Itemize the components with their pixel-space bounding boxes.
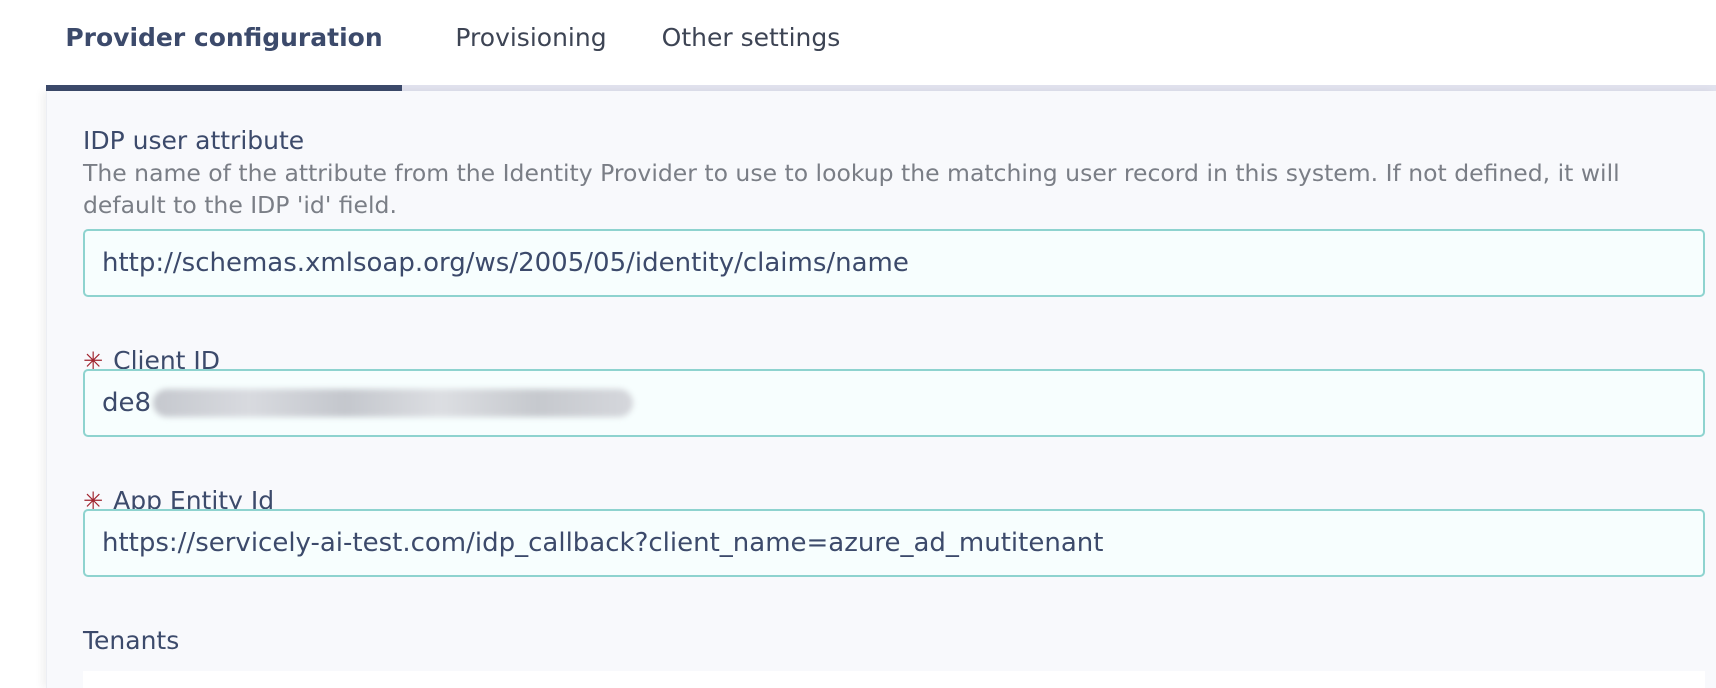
idp-user-attribute-description: The name of the attribute from the Ident… [83, 159, 1620, 219]
input-value: https://servicely-ai-test.com/idp_callba… [102, 528, 1104, 558]
app-entity-id-input[interactable]: https://servicely-ai-test.com/idp_callba… [83, 509, 1705, 577]
tab-bar: Provider configuration Provisioning Othe… [46, 0, 1716, 92]
input-value: http://schemas.xmlsoap.org/ws/2005/05/id… [102, 248, 909, 278]
tab-other-settings[interactable]: Other settings [646, 0, 856, 92]
tab-provider-configuration[interactable]: Provider configuration [46, 0, 402, 92]
redacted-blur [153, 389, 634, 417]
provider-configuration-panel: IDP user attribute The name of the attri… [46, 91, 1716, 688]
tab-label: Provisioning [455, 22, 607, 52]
tab-provisioning[interactable]: Provisioning [426, 0, 636, 92]
tab-label: Other settings [661, 22, 841, 52]
client-id-input[interactable]: de8 [83, 369, 1705, 437]
idp-user-attribute-input[interactable]: http://schemas.xmlsoap.org/ws/2005/05/id… [83, 229, 1705, 297]
tenants-label: Tenants [83, 626, 180, 655]
idp-user-attribute-label: IDP user attribute [83, 126, 305, 155]
tab-label: Provider configuration [65, 22, 383, 52]
input-value: de8 [102, 388, 152, 418]
tenants-area[interactable] [83, 671, 1705, 688]
